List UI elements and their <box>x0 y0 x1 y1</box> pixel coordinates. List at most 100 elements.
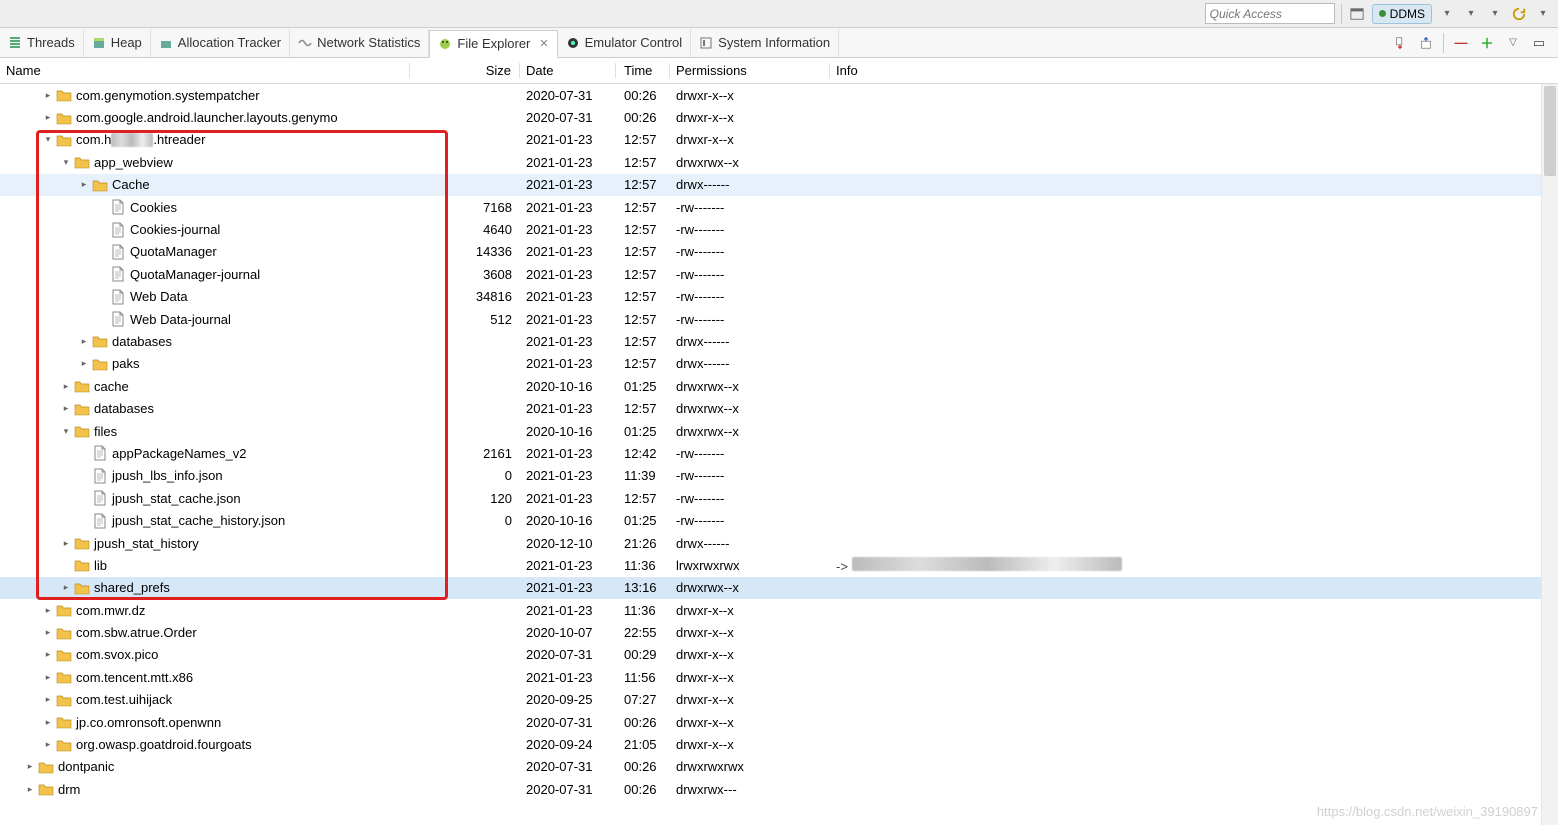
minimize-view-button[interactable]: ▭ <box>1530 33 1548 53</box>
push-file-button[interactable] <box>1417 33 1435 53</box>
chevron-right-icon[interactable]: ▸ <box>78 358 90 369</box>
tab-emulator-control[interactable]: Emulator Control <box>558 29 692 57</box>
table-row[interactable]: ▸com.mwr.dz2021-01-2311:36drwxr-x--x <box>0 599 1558 621</box>
chevron-right-icon[interactable]: ▸ <box>42 717 54 728</box>
table-row[interactable]: jpush_stat_cache_history.json02020-10-16… <box>0 509 1558 531</box>
add-button[interactable]: ＋ <box>1478 33 1496 53</box>
chevron-right-icon[interactable]: ▸ <box>42 739 54 750</box>
cell-time: 00:26 <box>616 110 670 125</box>
tab-heap[interactable]: Heap <box>84 29 151 57</box>
chevron-right-icon[interactable]: ▸ <box>42 672 54 683</box>
table-row[interactable]: ▾app_webview2021-01-2312:57drwxrwx--x <box>0 151 1558 173</box>
toolbar-menu-3[interactable]: ▾ <box>1486 4 1504 24</box>
chevron-right-icon[interactable]: ▸ <box>42 112 54 123</box>
item-name: shared_prefs <box>94 580 170 595</box>
table-row[interactable]: Cookies71682021-01-2312:57-rw------- <box>0 196 1558 218</box>
chevron-right-icon[interactable]: ▸ <box>60 403 72 414</box>
table-row[interactable]: ▾com.h.htreader2021-01-2312:57drwxr-x--x <box>0 129 1558 151</box>
table-row[interactable]: jpush_lbs_info.json02021-01-2311:39-rw--… <box>0 465 1558 487</box>
table-row[interactable]: ▸drm2020-07-3100:26drwxrwx--- <box>0 778 1558 800</box>
table-row[interactable]: ▸com.svox.pico2020-07-3100:29drwxr-x--x <box>0 644 1558 666</box>
table-row[interactable]: ▸databases2021-01-2312:57drwx------ <box>0 330 1558 352</box>
toolbar-menu-1[interactable]: ▾ <box>1438 4 1456 24</box>
table-row[interactable]: Cookies-journal46402021-01-2312:57-rw---… <box>0 218 1558 240</box>
table-row[interactable]: ▸databases2021-01-2312:57drwxrwx--x <box>0 397 1558 419</box>
table-row[interactable]: Web Data348162021-01-2312:57-rw------- <box>0 286 1558 308</box>
tab-threads[interactable]: Threads <box>0 29 84 57</box>
cell-time: 12:57 <box>616 289 670 304</box>
col-name[interactable]: Name <box>0 63 410 78</box>
table-row[interactable]: QuotaManager-journal36082021-01-2312:57-… <box>0 263 1558 285</box>
tab-file-explorer[interactable]: File Explorer ✕ <box>429 30 557 58</box>
chevron-right-icon[interactable]: ▸ <box>42 649 54 660</box>
table-row[interactable]: ▸dontpanic2020-07-3100:26drwxrwxrwx <box>0 756 1558 778</box>
table-row[interactable]: ▸com.sbw.atrue.Order2020-10-0722:55drwxr… <box>0 621 1558 643</box>
chevron-right-icon[interactable]: ▸ <box>42 694 54 705</box>
cell-date: 2021-01-23 <box>520 446 616 461</box>
item-name: Cache <box>112 177 150 192</box>
table-row[interactable]: lib2021-01-2311:36lrwxrwxrwx-> <box>0 554 1558 576</box>
view-menu-button[interactable]: ▽ <box>1504 33 1522 53</box>
toolbar-separator <box>1341 4 1342 24</box>
chevron-right-icon[interactable]: ▸ <box>60 582 72 593</box>
chevron-right-icon[interactable]: ▸ <box>60 381 72 392</box>
col-time[interactable]: Time <box>616 63 670 78</box>
scrollbar-thumb[interactable] <box>1544 86 1556 176</box>
col-date[interactable]: Date <box>520 63 616 78</box>
pull-file-button[interactable] <box>1391 33 1409 53</box>
item-name: paks <box>112 356 139 371</box>
perspective-label: DDMS <box>1390 7 1425 21</box>
table-row[interactable]: ▸jpush_stat_history2020-12-1021:26drwx--… <box>0 532 1558 554</box>
toolbar-menu-4[interactable] <box>1510 4 1528 24</box>
chevron-down-icon[interactable]: ▾ <box>60 157 72 168</box>
chevron-right-icon[interactable]: ▸ <box>24 784 36 795</box>
table-row[interactable]: ▸paks2021-01-2312:57drwx------ <box>0 353 1558 375</box>
cell-size: 14336 <box>410 244 520 259</box>
table-row[interactable]: ▸Cache2021-01-2312:57drwx------ <box>0 174 1558 196</box>
table-row[interactable]: jpush_stat_cache.json1202021-01-2312:57-… <box>0 487 1558 509</box>
item-name: jpush_stat_cache.json <box>112 491 241 506</box>
col-size[interactable]: Size <box>410 63 520 78</box>
chevron-down-icon[interactable]: ▾ <box>60 426 72 437</box>
cell-time: 22:55 <box>616 625 670 640</box>
toolbar-menu-2[interactable]: ▾ <box>1462 4 1480 24</box>
col-info[interactable]: Info <box>830 63 1541 78</box>
chevron-right-icon[interactable]: ▸ <box>78 179 90 190</box>
perspective-ddms[interactable]: DDMS <box>1372 4 1432 24</box>
table-row[interactable]: ▸com.google.android.launcher.layouts.gen… <box>0 106 1558 128</box>
table-row[interactable]: ▸com.tencent.mtt.x862021-01-2311:56drwxr… <box>0 666 1558 688</box>
table-row[interactable]: ▸com.test.uihijack2020-09-2507:27drwxr-x… <box>0 689 1558 711</box>
file-tree[interactable]: ▸com.genymotion.systempatcher2020-07-310… <box>0 84 1558 825</box>
table-row[interactable]: ▸org.owasp.goatdroid.fourgoats2020-09-24… <box>0 733 1558 755</box>
tab-network-statistics[interactable]: Network Statistics <box>290 29 429 57</box>
table-row[interactable]: ▸com.genymotion.systempatcher2020-07-310… <box>0 84 1558 106</box>
chevron-right-icon[interactable]: ▸ <box>24 761 36 772</box>
tab-allocation-tracker[interactable]: Allocation Tracker <box>151 29 290 57</box>
item-name: com.tencent.mtt.x86 <box>76 670 193 685</box>
chevron-down-icon[interactable]: ▾ <box>42 134 54 145</box>
tab-system-information[interactable]: System Information <box>691 29 839 57</box>
chevron-right-icon[interactable]: ▸ <box>60 538 72 549</box>
alloc-icon <box>159 36 173 50</box>
table-row[interactable]: ▾files2020-10-1601:25drwxrwx--x <box>0 420 1558 442</box>
open-perspective-button[interactable] <box>1348 4 1366 24</box>
toolbar-menu-5[interactable]: ▾ <box>1534 4 1552 24</box>
table-row[interactable]: Web Data-journal5122021-01-2312:57-rw---… <box>0 308 1558 330</box>
table-row[interactable]: ▸jp.co.omronsoft.openwnn2020-07-3100:26d… <box>0 711 1558 733</box>
chevron-right-icon[interactable]: ▸ <box>42 605 54 616</box>
vertical-scrollbar[interactable] <box>1541 84 1558 825</box>
chevron-right-icon[interactable]: ▸ <box>42 627 54 638</box>
table-row[interactable]: ▸cache2020-10-1601:25drwxrwx--x <box>0 375 1558 397</box>
cell-time: 12:57 <box>616 177 670 192</box>
close-icon[interactable]: ✕ <box>539 37 548 50</box>
chevron-right-icon[interactable]: ▸ <box>42 90 54 101</box>
table-header: Name Size Date Time Permissions Info <box>0 58 1558 84</box>
table-row[interactable]: ▸shared_prefs2021-01-2313:16drwxrwx--x <box>0 577 1558 599</box>
col-permissions[interactable]: Permissions <box>670 63 830 78</box>
delete-button[interactable]: — <box>1452 33 1470 53</box>
quick-access-input[interactable] <box>1205 3 1335 24</box>
table-row[interactable]: QuotaManager143362021-01-2312:57-rw-----… <box>0 241 1558 263</box>
chevron-right-icon[interactable]: ▸ <box>78 336 90 347</box>
file-icon <box>110 222 126 238</box>
table-row[interactable]: appPackageNames_v221612021-01-2312:42-rw… <box>0 442 1558 464</box>
